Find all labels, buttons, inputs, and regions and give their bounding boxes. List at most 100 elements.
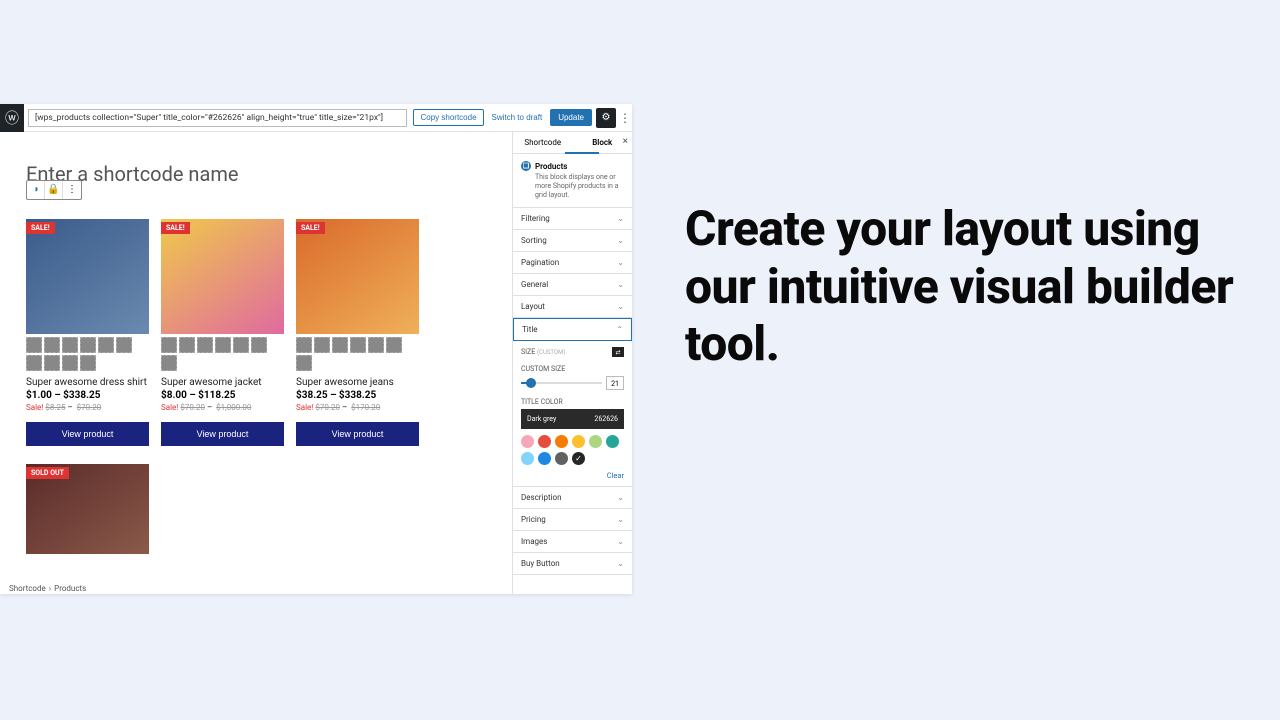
breadcrumb[interactable]: Shortcode›Products (6, 584, 89, 593)
product-image[interactable]: SOLD OUT (26, 464, 149, 554)
product-thumbnails (296, 337, 419, 371)
thumb[interactable] (350, 337, 366, 353)
selected-color[interactable]: Dark grey 262626 (521, 409, 624, 429)
product-image[interactable]: SALE! (296, 219, 419, 334)
product-thumbnails (26, 337, 149, 371)
swatch[interactable] (538, 452, 551, 465)
thumb[interactable] (368, 337, 384, 353)
accordion-general[interactable]: General⌄ (513, 274, 632, 296)
product-title: Super awesome dress shirt (26, 377, 149, 388)
thumb[interactable] (62, 355, 78, 371)
toolbar-more-icon[interactable]: ⋮ (63, 181, 81, 199)
thumb[interactable] (161, 337, 177, 353)
thumb[interactable] (116, 337, 132, 353)
accordion-filtering[interactable]: Filtering⌄ (513, 208, 632, 230)
swatch[interactable] (538, 435, 551, 448)
custom-size-label: CUSTOM SIZE (521, 365, 624, 373)
shortcode-name-placeholder[interactable]: Enter a shortcode name (26, 162, 494, 186)
clear-color-link[interactable]: Clear (521, 471, 624, 480)
title-panel: SIZE (CUSTOM) ⇄ CUSTOM SIZE 21 TITLE COL… (513, 341, 632, 487)
size-slider[interactable] (521, 382, 602, 384)
close-icon[interactable]: × (623, 136, 628, 147)
thumb[interactable] (179, 337, 195, 353)
thumb[interactable] (314, 337, 330, 353)
thumb[interactable] (233, 337, 249, 353)
view-product-button[interactable]: View product (26, 422, 149, 446)
products-block-icon: ❑ (521, 161, 531, 171)
chevron-up-icon: ⌃ (616, 325, 623, 334)
lock-icon[interactable]: 🔒 (45, 181, 63, 199)
swatch[interactable] (555, 435, 568, 448)
block-sidebar: Shortcode Block × ❑Products This block d… (512, 132, 632, 594)
swatch[interactable] (572, 435, 585, 448)
product-image[interactable]: SALE! (26, 219, 149, 334)
swatch[interactable] (555, 452, 568, 465)
editor-topbar: ⓦ [wps_products collection="Super" title… (0, 104, 632, 132)
thumb[interactable] (44, 337, 60, 353)
accordion-pagination[interactable]: Pagination⌄ (513, 252, 632, 274)
chevron-down-icon: ⌄ (617, 258, 624, 267)
thumb[interactable] (161, 355, 177, 371)
accordion-title[interactable]: Title⌃ (513, 318, 632, 341)
editor-canvas: Enter a shortcode name ◑ 🔒 ⋮ SALE! Super… (0, 132, 512, 594)
thumb[interactable] (26, 337, 42, 353)
more-options-icon[interactable]: ⋮ (618, 111, 632, 125)
swatch[interactable] (606, 435, 619, 448)
block-info: ❑Products This block displays one or mor… (513, 154, 632, 208)
sale-badge: SALE! (26, 222, 55, 234)
thumb[interactable] (80, 337, 96, 353)
update-button[interactable]: Update (550, 109, 592, 126)
product-price: $8.00 – $118.25 (161, 390, 284, 401)
gear-icon[interactable]: ⚙ (596, 108, 616, 128)
block-toolbar: ◑ 🔒 ⋮ (26, 180, 82, 200)
chevron-down-icon: ⌄ (617, 493, 624, 502)
thumb[interactable] (215, 337, 231, 353)
view-product-button[interactable]: View product (161, 422, 284, 446)
accordion-buy-button[interactable]: Buy Button⌄ (513, 553, 632, 575)
copy-shortcode-button[interactable]: Copy shortcode (413, 109, 483, 126)
chevron-down-icon: ⌄ (617, 559, 624, 568)
title-color-label: TITLE COLOR (521, 398, 624, 406)
shortcode-input[interactable]: [wps_products collection="Super" title_c… (28, 109, 407, 127)
size-value-input[interactable]: 21 (606, 376, 624, 390)
product-price: $1.00 – $338.25 (26, 390, 149, 401)
chevron-down-icon: ⌄ (617, 214, 624, 223)
product-image[interactable]: SALE! (161, 219, 284, 334)
size-label: SIZE (CUSTOM) (521, 348, 565, 356)
swatch-selected[interactable] (572, 452, 585, 465)
block-icon[interactable]: ◑ (27, 181, 45, 199)
switch-to-draft-button[interactable]: Switch to draft (486, 110, 549, 125)
thumb[interactable] (26, 355, 42, 371)
product-title: Super awesome jeans (296, 377, 419, 388)
thumb[interactable] (197, 337, 213, 353)
soldout-badge: SOLD OUT (26, 467, 69, 479)
accordion-images[interactable]: Images⌄ (513, 531, 632, 553)
tab-shortcode[interactable]: Shortcode (513, 132, 573, 153)
thumb[interactable] (296, 337, 312, 353)
product-sale-line: Sale!$8.25 – $70.20 (26, 403, 149, 412)
thumb[interactable] (332, 337, 348, 353)
thumb[interactable] (251, 337, 267, 353)
swatch[interactable] (521, 435, 534, 448)
chevron-down-icon: ⌄ (617, 236, 624, 245)
reset-size-icon[interactable]: ⇄ (612, 347, 624, 357)
block-description: This block displays one or more Shopify … (535, 173, 624, 200)
marketing-headline: Create your layout using our intuitive v… (685, 200, 1235, 373)
thumb[interactable] (98, 337, 114, 353)
swatch[interactable] (589, 435, 602, 448)
product-sale-line: Sale!$70.20 – $170.20 (296, 403, 419, 412)
thumb[interactable] (80, 355, 96, 371)
view-product-button[interactable]: View product (296, 422, 419, 446)
thumb[interactable] (62, 337, 78, 353)
thumb[interactable] (296, 355, 312, 371)
accordion-layout[interactable]: Layout⌄ (513, 296, 632, 318)
accordion-sorting[interactable]: Sorting⌄ (513, 230, 632, 252)
chevron-down-icon: ⌄ (617, 302, 624, 311)
accordion-description[interactable]: Description⌄ (513, 487, 632, 509)
thumb[interactable] (386, 337, 402, 353)
chevron-down-icon: ⌄ (617, 515, 624, 524)
wordpress-icon[interactable]: ⓦ (0, 104, 24, 132)
thumb[interactable] (44, 355, 60, 371)
swatch[interactable] (521, 452, 534, 465)
accordion-pricing[interactable]: Pricing⌄ (513, 509, 632, 531)
